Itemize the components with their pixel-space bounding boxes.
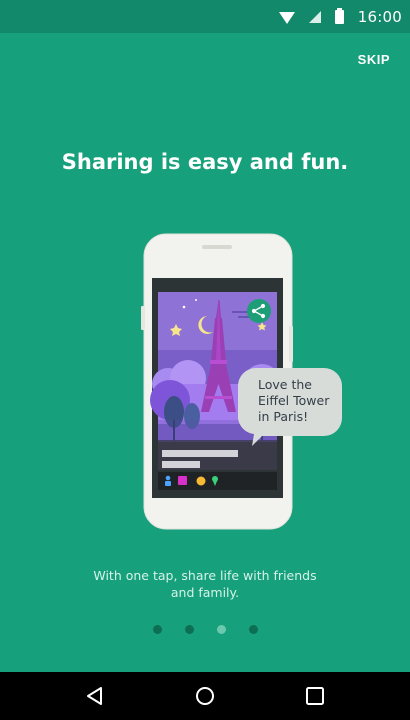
status-time: 16:00 [357, 7, 402, 26]
home-icon [196, 687, 214, 705]
speech-line: Eiffel Tower [258, 393, 330, 408]
recents-icon [306, 687, 324, 705]
skip-button[interactable]: SKIP [358, 52, 390, 67]
navigation-bar [0, 672, 410, 720]
speech-line: in Paris! [258, 409, 309, 424]
status-bar: 16:00 [0, 0, 410, 33]
speech-line: Love the [258, 377, 312, 392]
battery-icon [334, 7, 344, 24]
recents-button[interactable] [291, 672, 339, 720]
caption-line: and family. [170, 585, 240, 600]
caption-line: With one tap, share life with friends [93, 568, 317, 583]
onboarding-caption: With one tap, share life with friends an… [60, 567, 350, 601]
wifi-icon [278, 11, 295, 24]
page-dot-active [216, 625, 226, 634]
back-button[interactable] [71, 672, 119, 720]
page-dot [248, 625, 258, 634]
page-dot [152, 625, 162, 634]
page-dot [184, 625, 194, 634]
home-button[interactable] [181, 672, 229, 720]
speech-bubble-text: Love the Eiffel Tower in Paris! [236, 377, 344, 425]
signal-icon [308, 10, 321, 23]
phone-illustration [141, 233, 342, 530]
page-title: Sharing is easy and fun. [61, 150, 349, 174]
share-icon [247, 299, 271, 323]
back-icon [87, 687, 102, 705]
page-indicator [0, 625, 410, 634]
